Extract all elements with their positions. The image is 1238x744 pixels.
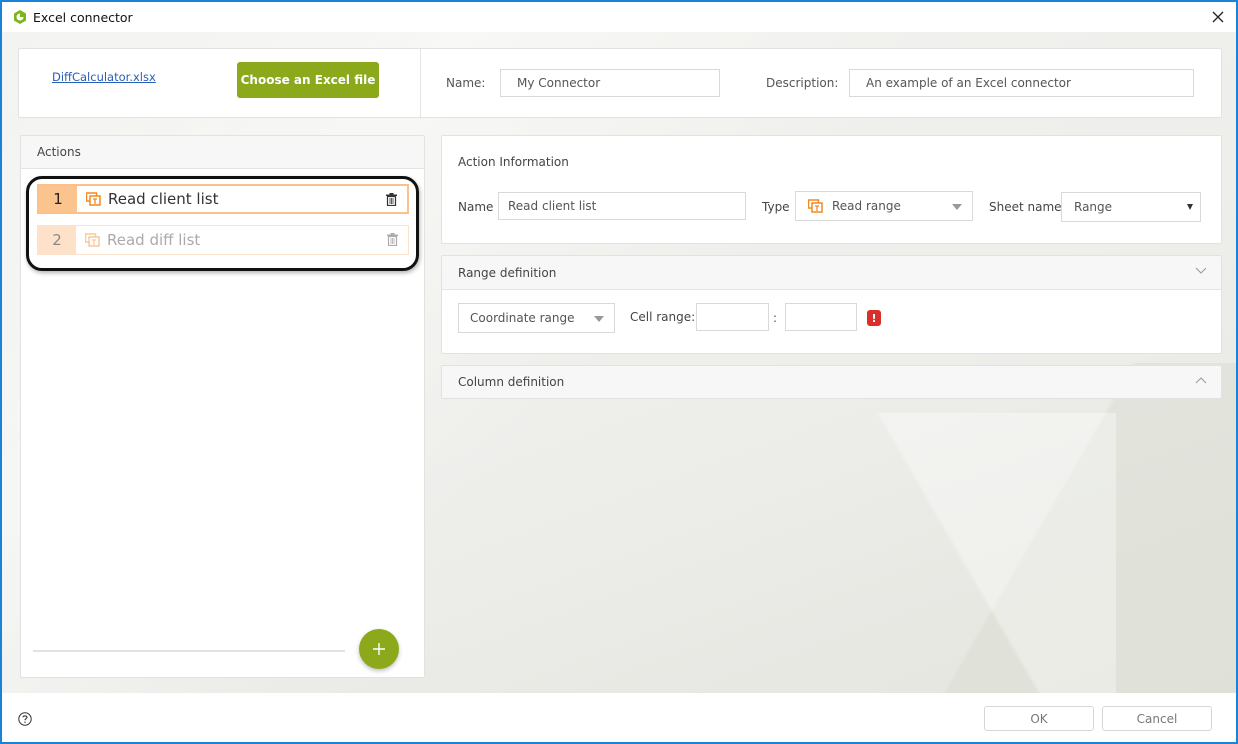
read-range-icon bbox=[808, 199, 823, 213]
cancel-button[interactable]: Cancel bbox=[1102, 706, 1212, 731]
chevron-up-icon bbox=[1195, 377, 1207, 384]
title-bar: Excel connector bbox=[2, 2, 1236, 32]
dialog-content: DiffCalculator.xlsx Choose an Excel file… bbox=[2, 32, 1236, 693]
sheet-name-select[interactable]: Range bbox=[1061, 192, 1201, 222]
action-item[interactable]: 2 Read diff list bbox=[37, 225, 409, 255]
connector-settings-card: DiffCalculator.xlsx Choose an Excel file… bbox=[18, 48, 1222, 119]
column-definition-header[interactable]: Column definition bbox=[442, 366, 1221, 398]
error-icon: ! bbox=[867, 310, 881, 326]
window-title: Excel connector bbox=[33, 10, 133, 25]
chevron-down-icon bbox=[1187, 204, 1193, 210]
connector-name-label: Name: bbox=[446, 76, 486, 90]
range-mode-select[interactable]: Coordinate range bbox=[458, 303, 615, 333]
column-definition-title: Column definition bbox=[458, 375, 565, 389]
excel-connector-window: Excel connector DiffCalculator.xlsx Choo… bbox=[0, 0, 1238, 744]
connector-description-value: An example of an Excel connector bbox=[866, 76, 1071, 90]
connector-description-label: Description: bbox=[766, 76, 839, 90]
cell-range-label: Cell range: bbox=[630, 310, 696, 324]
divider bbox=[420, 49, 421, 119]
action-item[interactable]: 1 Read client list bbox=[37, 184, 409, 214]
choose-excel-file-button[interactable]: Choose an Excel file bbox=[237, 62, 379, 98]
action-type-value: Read range bbox=[832, 199, 901, 213]
add-action-button[interactable] bbox=[359, 629, 399, 669]
range-mode-value: Coordinate range bbox=[470, 311, 575, 325]
excel-file-link[interactable]: DiffCalculator.xlsx bbox=[52, 70, 156, 84]
chevron-down-icon bbox=[952, 204, 962, 210]
action-information-title: Action Information bbox=[458, 155, 569, 169]
read-range-icon bbox=[85, 233, 100, 247]
sheet-name-label: Sheet name bbox=[989, 200, 1062, 214]
action-name-value: Read client list bbox=[508, 199, 597, 213]
connector-name-value: My Connector bbox=[517, 76, 601, 90]
range-definition-title: Range definition bbox=[458, 265, 557, 280]
action-body: Read client list bbox=[77, 186, 407, 212]
chevron-down-icon bbox=[594, 316, 604, 322]
action-label: Read client list bbox=[108, 190, 219, 208]
action-name-label: Name bbox=[458, 200, 494, 214]
dialog-footer: OK Cancel bbox=[2, 693, 1236, 742]
read-range-icon bbox=[86, 192, 101, 206]
connector-description-input[interactable]: An example of an Excel connector bbox=[849, 69, 1194, 97]
divider bbox=[33, 650, 345, 652]
close-icon bbox=[1212, 11, 1224, 23]
plus-icon bbox=[373, 643, 385, 655]
action-name-input[interactable]: Read client list bbox=[498, 192, 746, 220]
cell-range-from-input[interactable] bbox=[696, 303, 769, 331]
background-decoration bbox=[796, 413, 1116, 693]
cell-range-to-input[interactable] bbox=[785, 303, 857, 331]
action-type-select[interactable]: Read range bbox=[795, 191, 973, 221]
trash-icon[interactable] bbox=[386, 193, 397, 206]
chevron-down-icon bbox=[1195, 267, 1207, 274]
help-icon[interactable] bbox=[18, 712, 32, 726]
action-number: 1 bbox=[39, 186, 77, 212]
trash-icon[interactable] bbox=[387, 233, 398, 246]
action-body: Read diff list bbox=[76, 226, 408, 254]
ok-button[interactable]: OK bbox=[984, 706, 1094, 731]
range-definition-header[interactable]: Range definition bbox=[442, 256, 1221, 290]
actions-header: Actions bbox=[21, 136, 424, 169]
cell-range-separator: : bbox=[773, 311, 778, 325]
close-button[interactable] bbox=[1206, 5, 1230, 29]
action-type-label: Type bbox=[762, 200, 790, 214]
sheet-name-value: Range bbox=[1074, 200, 1113, 214]
action-label: Read diff list bbox=[107, 231, 201, 249]
range-definition-card: Range definition Coordinate range Cell r… bbox=[441, 255, 1222, 354]
action-number: 2 bbox=[38, 226, 76, 254]
action-information-card: Action Information Name Read client list… bbox=[441, 135, 1222, 244]
excel-connector-logo-icon bbox=[14, 10, 26, 24]
actions-panel: Actions 1 Read client list 2 Read diff l… bbox=[20, 135, 425, 678]
column-definition-card: Column definition bbox=[441, 365, 1222, 399]
connector-name-input[interactable]: My Connector bbox=[500, 69, 720, 97]
